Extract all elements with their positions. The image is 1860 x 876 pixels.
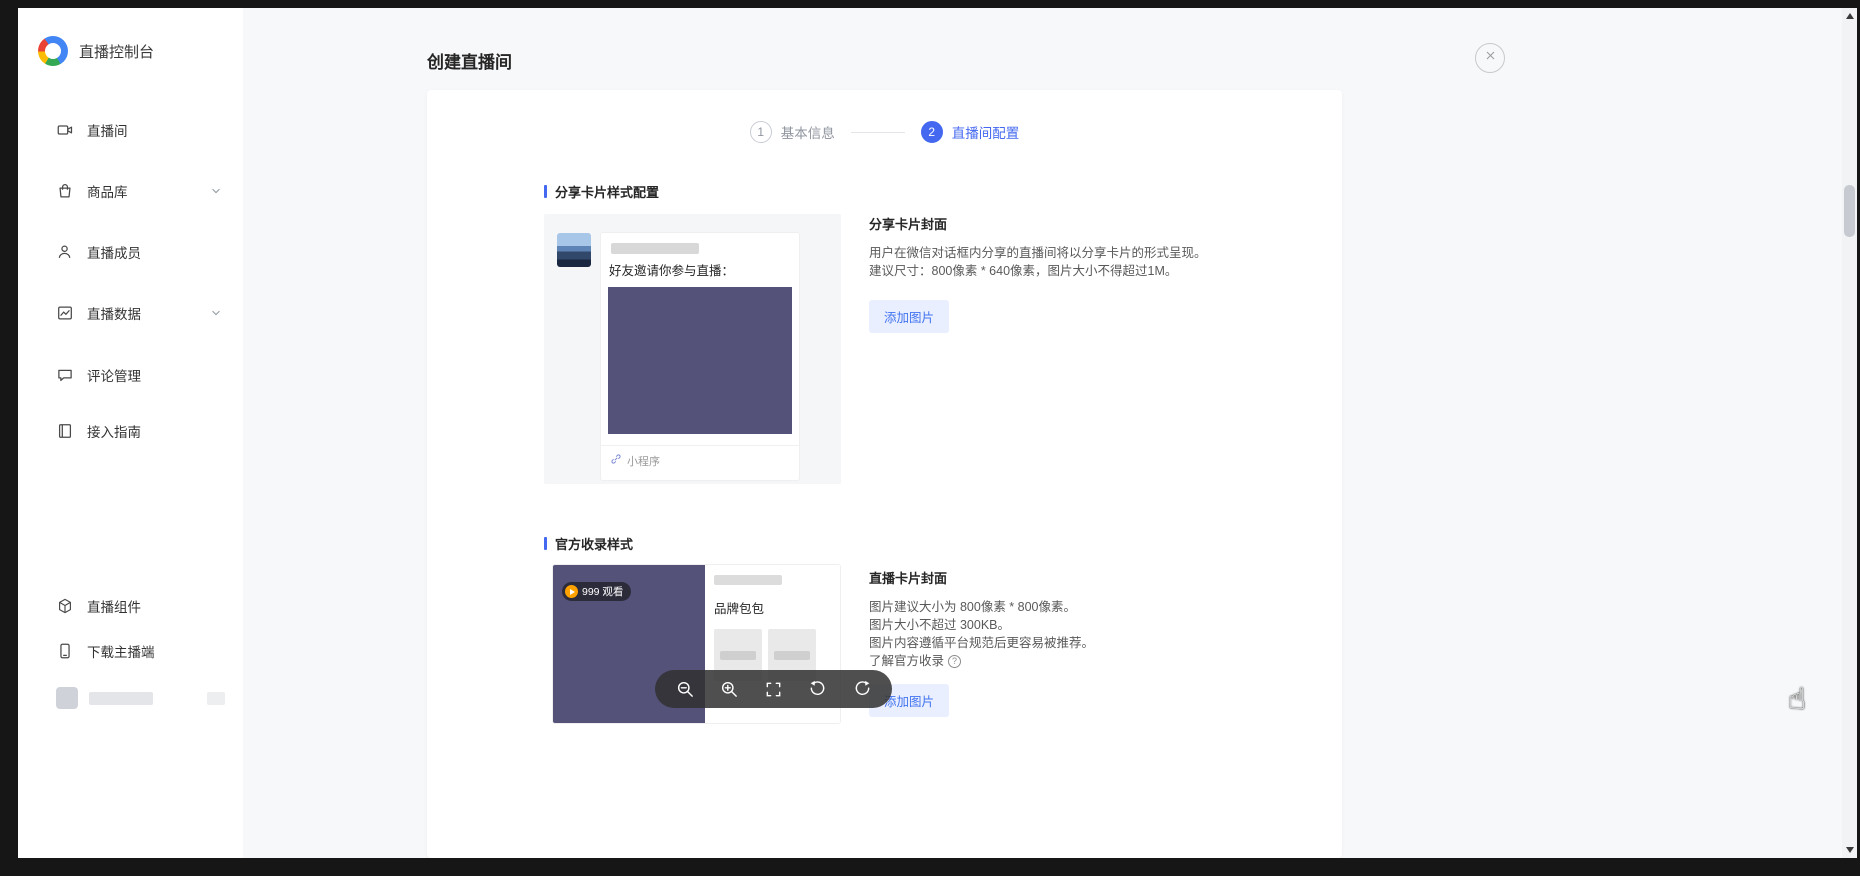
invite-text: 好友邀请你参与直播： xyxy=(609,260,734,279)
rotate-right-icon xyxy=(853,680,872,699)
share-cover-panel: 分享卡片封面 用户在微信对话框内分享的直播间将以分享卡片的形式呈现。 建议尺寸：… xyxy=(869,214,1339,333)
live-indicator-icon xyxy=(565,585,578,598)
live-cover-desc2: 图片大小不超过 300KB。 xyxy=(869,616,1339,634)
mouse-cursor: ☝ xyxy=(1788,682,1806,717)
product-name: 品牌包包 xyxy=(714,598,831,617)
step-number: 1 xyxy=(750,121,772,143)
share-cover-placeholder xyxy=(608,287,792,434)
link-icon xyxy=(610,452,622,470)
chevron-down-icon xyxy=(209,184,223,198)
stepper-connector xyxy=(851,132,905,133)
divider xyxy=(601,445,799,446)
stepper: 1 基本信息 2 直播间配置 xyxy=(427,121,1342,143)
sidebar-user-row[interactable] xyxy=(18,678,243,718)
sidebar-item-guide[interactable]: 接入指南 xyxy=(18,411,243,451)
blurred-caption xyxy=(774,651,810,660)
step-label: 直播间配置 xyxy=(952,122,1020,142)
sidebar-item-comments[interactable]: 评论管理 xyxy=(18,355,243,395)
share-card-mock: 好友邀请你参与直播： 小程序 xyxy=(600,232,800,481)
sidebar-item-members[interactable]: 直播成员 xyxy=(18,232,243,272)
image-viewer-toolbar xyxy=(655,670,892,708)
screen: 直播控制台 直播间 商品库 直 xyxy=(0,0,1860,876)
sidebar-item-label: 直播数据 xyxy=(87,303,141,323)
live-cover-desc3: 图片内容遵循平台规范后更容易被推荐。 xyxy=(869,634,1339,652)
comment-icon xyxy=(56,366,74,384)
help-link-label: 了解官方收录 xyxy=(869,652,944,670)
fullscreen-icon xyxy=(764,680,783,699)
viewers-badge: 999 观看 xyxy=(562,582,631,601)
chevron-down-icon xyxy=(209,306,223,320)
blurred-title xyxy=(714,575,782,585)
viewers-count: 999 观看 xyxy=(582,584,623,599)
close-button[interactable] xyxy=(1475,43,1505,73)
sidebar-item-label: 直播组件 xyxy=(87,596,141,616)
camera-icon xyxy=(56,121,74,139)
sidebar: 直播控制台 直播间 商品库 直 xyxy=(18,8,244,858)
share-cover-title: 分享卡片封面 xyxy=(869,214,1339,233)
blurred-nickname xyxy=(611,243,699,254)
mini-program-label: 小程序 xyxy=(627,453,660,469)
share-card-preview: 好友邀请你参与直播： 小程序 xyxy=(544,214,841,484)
rotate-right-button[interactable] xyxy=(848,675,876,703)
zoom-in-button[interactable] xyxy=(715,675,743,703)
rotate-left-button[interactable] xyxy=(804,675,832,703)
phone-icon xyxy=(56,642,74,660)
sidebar-item-label: 商品库 xyxy=(87,181,128,201)
fullscreen-button[interactable] xyxy=(760,675,788,703)
create-room-panel: 1 基本信息 2 直播间配置 分享卡片样式配置 好友邀请你参与直播： xyxy=(427,90,1342,858)
sidebar-item-data[interactable]: 直播数据 xyxy=(18,293,243,333)
main-area: 创建直播间 1 基本信息 2 直播间配置 xyxy=(243,8,1842,858)
sidebar-item-label: 评论管理 xyxy=(87,365,141,385)
blurred-caption xyxy=(720,651,756,660)
official-listing-help-link[interactable]: 了解官方收录 ? xyxy=(869,652,1339,670)
step-basic-info[interactable]: 1 基本信息 xyxy=(750,121,835,143)
scroll-up-icon[interactable] xyxy=(1846,13,1854,19)
sidebar-item-components[interactable]: 直播组件 xyxy=(18,586,243,626)
user-icon xyxy=(56,243,74,261)
logo-label: 直播控制台 xyxy=(79,41,154,62)
mini-program-row: 小程序 xyxy=(610,452,660,470)
chart-icon xyxy=(56,304,74,322)
avatar xyxy=(56,687,78,709)
section-title-official: 官方收录样式 xyxy=(544,534,633,553)
close-icon xyxy=(1484,49,1497,67)
sidebar-item-download-host[interactable]: 下载主播端 xyxy=(18,631,243,671)
logo-icon xyxy=(38,36,68,66)
sidebar-item-label: 直播间 xyxy=(87,120,128,140)
sidebar-item-label: 下载主播端 xyxy=(87,641,155,661)
contact-avatar-image xyxy=(557,233,591,267)
vertical-scrollbar[interactable] xyxy=(1842,8,1857,858)
book-icon xyxy=(56,422,74,440)
help-icon: ? xyxy=(948,655,961,668)
zoom-in-icon xyxy=(720,680,739,699)
sidebar-item-products[interactable]: 商品库 xyxy=(18,171,243,211)
sidebar-item-label: 接入指南 xyxy=(87,421,141,441)
rotate-left-icon xyxy=(808,680,827,699)
live-cover-title: 直播卡片封面 xyxy=(869,568,1339,587)
zoom-out-icon xyxy=(676,680,695,699)
live-cover-desc1: 图片建议大小为 800像素 * 800像素。 xyxy=(869,598,1339,616)
share-cover-desc2: 建议尺寸：800像素 * 640像素，图片大小不得超过1M。 xyxy=(869,262,1339,280)
step-room-config[interactable]: 2 直播间配置 xyxy=(921,121,1020,143)
scrollbar-thumb[interactable] xyxy=(1844,185,1855,237)
page-title: 创建直播间 xyxy=(427,48,512,73)
blurred-badge xyxy=(207,692,225,705)
scroll-down-icon[interactable] xyxy=(1846,847,1854,853)
sidebar-item-liveroom[interactable]: 直播间 xyxy=(18,110,243,150)
live-cover-panel: 直播卡片封面 图片建议大小为 800像素 * 800像素。 图片大小不超过 30… xyxy=(869,568,1339,717)
share-cover-desc1: 用户在微信对话框内分享的直播间将以分享卡片的形式呈现。 xyxy=(869,244,1339,262)
cube-icon xyxy=(56,597,74,615)
blurred-username xyxy=(89,692,153,705)
sidebar-item-label: 直播成员 xyxy=(87,242,141,262)
step-number: 2 xyxy=(921,121,943,143)
zoom-out-button[interactable] xyxy=(671,675,699,703)
section-title-share-card: 分享卡片样式配置 xyxy=(544,182,659,201)
bag-icon xyxy=(56,182,74,200)
step-label: 基本信息 xyxy=(781,122,835,142)
app-logo[interactable]: 直播控制台 xyxy=(38,36,154,66)
app-window: 直播控制台 直播间 商品库 直 xyxy=(18,8,1842,858)
add-share-image-button[interactable]: 添加图片 xyxy=(869,300,949,333)
